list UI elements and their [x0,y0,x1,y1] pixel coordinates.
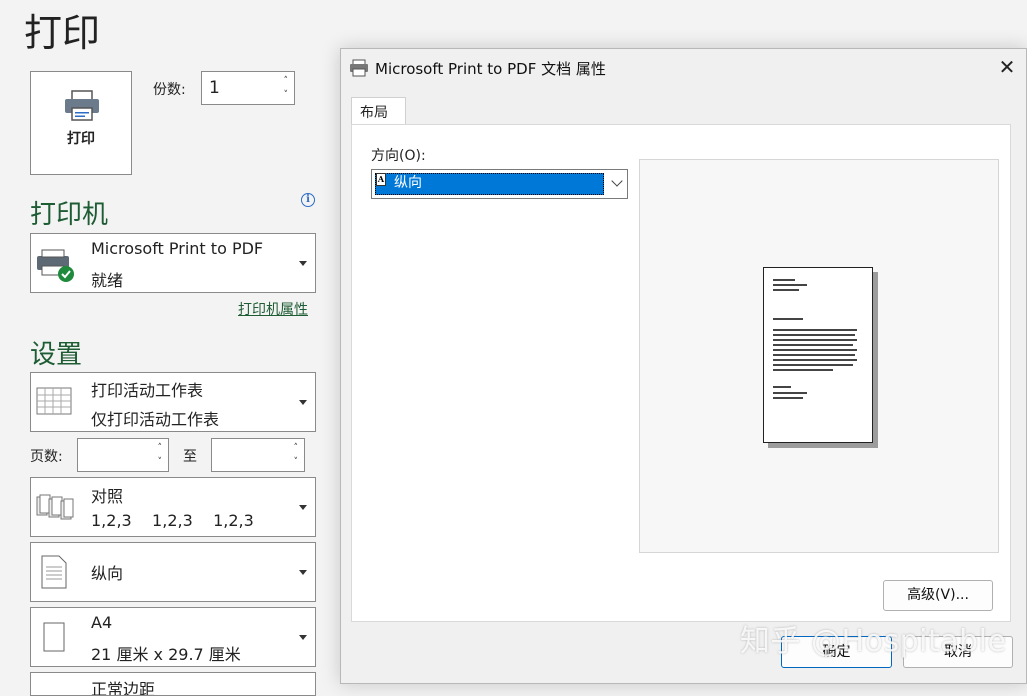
chevron-down-icon[interactable]: ˅ [284,91,289,100]
caret-down-icon [299,400,307,405]
paper-title: A4 [91,613,113,632]
chevron-up-icon[interactable]: ˄ [284,77,289,86]
settings-heading: 设置 [30,340,83,370]
page-to-stepper[interactable]: ˄ ˅ [211,438,305,472]
pages-label: 页数: [30,449,63,465]
collate-dropdown[interactable]: 对照 1,2,3 1,2,3 1,2,3 [30,477,316,537]
orientation-title: 纵向 [91,564,124,583]
tab-layout[interactable]: 布局 [351,97,406,124]
orientation-selected-value: 纵向 [394,175,422,191]
copies-stepper[interactable]: 1 ˄ ˅ [201,71,295,105]
caret-down-icon [299,261,307,266]
orientation-dropdown[interactable]: 纵向 [30,542,316,602]
print-button-label: 打印 [67,131,95,147]
orientation-select[interactable]: A 纵向 [371,169,628,199]
close-icon[interactable]: ✕ [993,53,1021,81]
printer-ready-icon [37,249,74,282]
page-preview [639,159,999,553]
to-label: 至 [183,449,197,465]
print-scope-dropdown[interactable]: 打印活动工作表 仅打印活动工作表 [30,372,316,432]
scope-title: 打印活动工作表 [91,381,204,400]
margins-dropdown[interactable]: 正常边距 [30,672,316,696]
paper-desc: 21 厘米 x 29.7 厘米 [91,645,241,664]
caret-down-icon [299,505,307,510]
chevron-down-icon[interactable]: ˅ [294,458,299,467]
copies-label: 份数: [153,82,186,98]
printer-properties-link[interactable]: 打印机属性 [238,299,308,319]
page-title: 打印 [24,11,101,55]
preview-page [763,267,873,443]
orientation-label: 方向(O): [371,148,426,164]
printer-name: Microsoft Print to PDF [91,239,264,258]
portrait-glyph-icon: A [376,173,386,186]
dialog-title: Microsoft Print to PDF 文档 属性 [375,60,606,78]
collate-title: 对照 [91,487,124,506]
advanced-button[interactable]: 高级(V)... [883,580,993,611]
printer-properties-dialog: Microsoft Print to PDF 文档 属性 ✕ 布局 方向(O):… [340,48,1027,684]
portrait-page-icon [41,555,67,589]
chevron-up-icon[interactable]: ˄ [158,444,163,453]
collate-desc: 1,2,3 1,2,3 1,2,3 [91,511,254,530]
layout-panel: 方向(O): A 纵向 高级(V)... [351,124,1011,622]
collate-icon [36,494,74,520]
caret-down-icon [299,570,307,575]
scope-desc: 仅打印活动工作表 [91,410,220,429]
chevron-down-icon[interactable] [611,175,623,187]
caret-down-icon [299,635,307,640]
paper-icon [43,622,65,652]
printer-icon [350,59,368,77]
printer-dropdown[interactable]: Microsoft Print to PDF 就绪 [30,233,316,293]
info-icon[interactable]: i [301,193,315,207]
paper-size-dropdown[interactable]: A4 21 厘米 x 29.7 厘米 [30,607,316,667]
copies-value: 1 [209,78,220,98]
page-from-stepper[interactable]: ˄ ˅ [77,438,169,472]
printer-status: 就绪 [91,271,124,290]
watermark: 知乎 @Hospitable [740,624,1007,659]
chevron-down-icon[interactable]: ˅ [158,458,163,467]
printer-icon [65,90,99,121]
chevron-up-icon[interactable]: ˄ [294,444,299,453]
printer-heading: 打印机 [30,200,109,230]
worksheet-icon [36,387,72,415]
margins-title: 正常边距 [91,680,156,696]
print-button[interactable]: 打印 [30,71,132,175]
